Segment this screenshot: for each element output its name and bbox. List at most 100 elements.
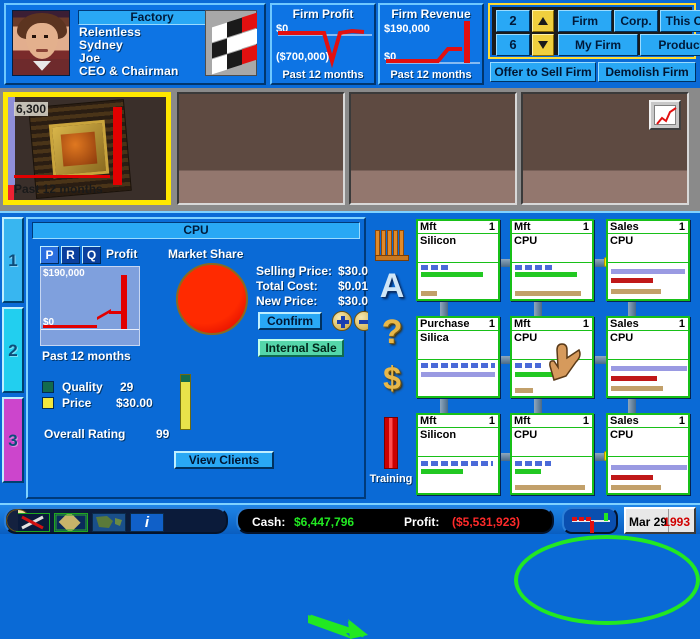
letter-a-icon[interactable]: A <box>374 269 410 305</box>
product-button[interactable]: Product <box>640 34 700 56</box>
sidebar-tab-1[interactable]: 1 <box>2 217 24 303</box>
profit-label: Profit: <box>404 515 440 529</box>
tools-icon[interactable] <box>16 513 50 532</box>
dollar-sign-icon[interactable]: $ <box>374 361 410 397</box>
arrow-up-icon[interactable] <box>532 10 554 32</box>
date-month-day: Mar 29 <box>629 515 668 529</box>
firm-profile-panel: Factory Relentless Sydney Joe CEO & Chai… <box>4 3 266 85</box>
quality-bar <box>180 374 191 430</box>
empty-slot-1[interactable] <box>177 92 345 205</box>
factory-unit-5[interactable]: Mft 1 CPU <box>510 316 594 398</box>
sidebar-tab-2-label: 2 <box>8 341 18 360</box>
game-window: Factory Relentless Sydney Joe CEO & Chai… <box>0 0 700 639</box>
unit-qty: 1 <box>582 318 589 330</box>
price-value: $30.00 <box>116 396 153 410</box>
unit-product: Silicon <box>420 429 457 441</box>
unit-product: CPU <box>514 429 538 441</box>
price-swatch <box>42 397 54 409</box>
cash-label: Cash: <box>252 515 286 529</box>
chart-top-value: $190,000 <box>43 268 85 279</box>
arrow-down-icon[interactable] <box>532 34 554 56</box>
firm-revenue-sparkline <box>386 21 480 64</box>
firm-button[interactable]: Firm <box>558 10 612 32</box>
confirm-button[interactable]: Confirm <box>258 312 322 330</box>
factory-unit-3[interactable]: Sales 1 CPU <box>606 219 690 301</box>
thumbnail-value: 6,300 <box>14 102 49 116</box>
active-product-thumbnail[interactable]: 6,300 Past 12 months <box>3 92 171 205</box>
view-clients-button[interactable]: View Clients <box>174 451 274 469</box>
quality-label: Quality <box>62 380 103 394</box>
internal-sale-button[interactable]: Internal Sale <box>258 339 344 357</box>
factory-unit-6[interactable]: Sales 1 CPU <box>606 316 690 398</box>
training-label: Training <box>369 473 413 485</box>
unit-qty: 1 <box>678 318 685 330</box>
sidebar-tab-2[interactable]: 2 <box>2 307 24 393</box>
icon-column: A ? $ Training <box>368 217 414 499</box>
profit-label: Profit <box>106 247 138 261</box>
factory-unit-9[interactable]: Sales 1 CPU <box>606 413 690 495</box>
factory-grid: Mft 1 Silicon Mft 1 CPU Sales 1 CPU Purc… <box>414 217 698 501</box>
product-detail-panel: CPU P R Q Profit Market Share $190,000 $… <box>26 217 375 499</box>
firm-profit-chart-panel[interactable]: Firm Profit $0 ($700,000) Past 12 months <box>270 3 376 85</box>
offer-to-sell-firm-button[interactable]: Offer to Sell Firm <box>490 62 596 82</box>
green-ellipse-highlight <box>514 535 700 625</box>
cube-logo-icon <box>205 10 257 76</box>
stock-chart-icon[interactable] <box>562 507 618 534</box>
unit-qty: 1 <box>582 221 589 233</box>
market-share-label: Market Share <box>168 247 244 261</box>
firm-profit-sparkline <box>278 28 372 69</box>
game-date[interactable]: Mar 29 1993 <box>624 507 696 534</box>
thumbnail-trend-bar <box>113 107 122 185</box>
firm-revenue-chart-panel[interactable]: Firm Revenue $190,000 $0 Past 12 months <box>378 3 484 85</box>
green-arrow-pointer <box>308 614 368 639</box>
firm-title: Factory <box>78 10 226 25</box>
unit-type: Mft <box>514 415 531 427</box>
total-cost-value: $0.01 <box>338 279 369 293</box>
overall-rating-label: Overall Rating <box>44 427 126 441</box>
demolish-firm-button[interactable]: Demolish Firm <box>598 62 696 82</box>
corp-button[interactable]: Corp. <box>614 10 658 32</box>
unit-type: Mft <box>420 221 437 233</box>
factory-unit-2[interactable]: Mft 1 CPU <box>510 219 594 301</box>
unit-qty: 1 <box>678 221 685 233</box>
unit-product: CPU <box>610 429 634 441</box>
sidebar-tab-3[interactable]: 3 <box>2 397 24 483</box>
price-label: Price <box>62 396 92 410</box>
factory-unit-1[interactable]: Mft 1 Silicon <box>416 219 500 301</box>
world-map-icon[interactable] <box>92 513 126 532</box>
ceo-portrait <box>12 10 70 76</box>
question-mark-icon[interactable]: ? <box>374 315 410 351</box>
training-bar-icon[interactable] <box>384 417 398 469</box>
plus-icon[interactable] <box>332 311 352 331</box>
line-graph-icon[interactable] <box>649 100 681 130</box>
unit-type: Sales <box>610 221 639 233</box>
empty-slot-3[interactable] <box>521 92 689 205</box>
selling-price-label: Selling Price: <box>256 264 333 278</box>
factory-unit-8[interactable]: Mft 1 CPU <box>510 413 594 495</box>
firm-count-value: 6 <box>496 34 530 56</box>
city-map-icon[interactable] <box>54 511 88 534</box>
sidebar-tab-3-label: 3 <box>8 431 18 450</box>
my-firm-button[interactable]: My Firm <box>558 34 638 56</box>
profit-view-button[interactable]: P <box>40 246 59 264</box>
unit-product: Silica <box>420 332 449 344</box>
books-icon[interactable] <box>374 227 410 263</box>
factory-unit-4[interactable]: Purchase 1 Silica <box>416 316 500 398</box>
quantity-view-button[interactable]: Q <box>82 246 101 264</box>
factory-unit-7[interactable]: Mft 1 Silicon <box>416 413 500 495</box>
main-area: 1 2 3 CPU P R Q Profit Market Share $190… <box>0 211 700 639</box>
unit-qty: 1 <box>488 415 495 427</box>
unit-product: CPU <box>514 235 538 247</box>
this-city-button[interactable]: This City <box>660 10 700 32</box>
thumbnail-footer: Past 12 months <box>14 182 103 196</box>
empty-slot-2[interactable] <box>349 92 517 205</box>
total-cost-label: Total Cost: <box>256 279 318 293</box>
market-share-pie <box>176 263 248 335</box>
revenue-view-button[interactable]: R <box>61 246 80 264</box>
unit-product: CPU <box>610 235 634 247</box>
info-icon[interactable]: i <box>130 513 164 532</box>
product-profit-chart: $190,000 $0 <box>40 266 140 346</box>
profit-value: ($5,531,923) <box>452 515 521 529</box>
unit-qty: 1 <box>488 221 495 233</box>
top-bar: Factory Relentless Sydney Joe CEO & Chai… <box>0 0 700 88</box>
